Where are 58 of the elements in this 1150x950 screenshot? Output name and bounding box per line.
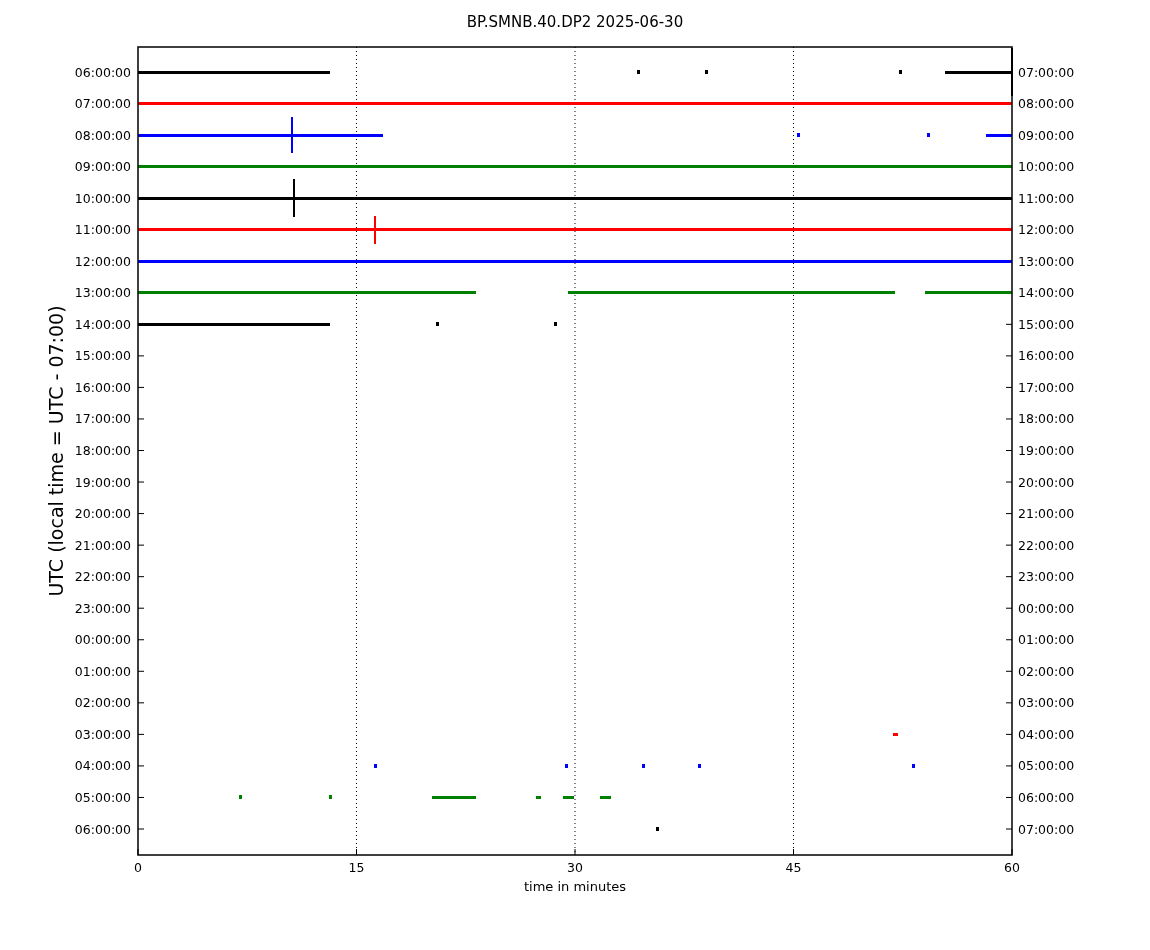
axis-tick-label: 45	[785, 860, 802, 875]
time-label: 12:00:00	[74, 253, 131, 269]
time-label: 10:00:00	[1018, 159, 1075, 175]
time-label: 08:00:00	[74, 127, 131, 143]
time-label: 19:00:00	[1018, 443, 1075, 458]
time-label: 00:00:00	[74, 632, 131, 648]
time-label: 11:00:00	[74, 222, 131, 238]
time-label: 06:00:00	[74, 821, 131, 837]
axis-tick-label: 15	[348, 860, 365, 875]
time-label: 01:00:00	[1018, 632, 1075, 648]
time-label: 04:00:00	[1018, 726, 1075, 742]
time-label: 13:00:00	[74, 285, 131, 301]
time-label: 18:00:00	[1018, 411, 1075, 427]
chart-title: BP.SMNB.40.DP2 2025-06-30	[466, 13, 684, 31]
time-label: 08:00:00	[1018, 96, 1075, 112]
time-label: 23:00:00	[1018, 569, 1075, 585]
time-label: 22:00:00	[1018, 537, 1075, 553]
time-label: 20:00:00	[1018, 474, 1075, 490]
time-label: 15:00:00	[1018, 316, 1075, 332]
time-label: 02:00:00	[74, 695, 131, 711]
axis-tick-label: 0	[134, 860, 142, 875]
time-label: 13:00:00	[1018, 253, 1075, 269]
time-label: 20:00:00	[74, 506, 131, 522]
time-label: 21:00:00	[74, 537, 131, 553]
time-label: 00:00:00	[1018, 600, 1075, 616]
time-label: 04:00:00	[74, 758, 131, 774]
time-label: 11:00:00	[1018, 190, 1075, 206]
time-label: 15:00:00	[74, 348, 131, 364]
x-axis-label: time in minutes	[523, 879, 627, 894]
time-label: 14:00:00	[1018, 285, 1075, 301]
time-label: 06:00:00	[1018, 789, 1075, 805]
time-label: 07:00:00	[1018, 64, 1075, 80]
time-label: 19:00:00	[74, 474, 131, 490]
time-label: 07:00:00	[1018, 821, 1075, 837]
time-label: 09:00:00	[74, 159, 131, 175]
time-label: 03:00:00	[1018, 695, 1075, 711]
time-label: 05:00:00	[74, 789, 131, 805]
time-label: 18:00:00	[74, 443, 131, 458]
time-label: 17:00:00	[74, 411, 131, 427]
time-label: 23:00:00	[74, 600, 131, 616]
time-label: 12:00:00	[1018, 222, 1075, 238]
time-label: 21:00:00	[1018, 506, 1075, 522]
time-label: 05:00:00	[1018, 758, 1075, 774]
time-label: 22:00:00	[74, 569, 131, 585]
time-label: 01:00:00	[74, 663, 131, 679]
time-label: 16:00:00	[1018, 348, 1075, 364]
time-label: 03:00:00	[74, 726, 131, 742]
time-label: 06:00:00	[74, 64, 131, 80]
time-label: 09:00:00	[1018, 127, 1075, 143]
time-label: 07:00:00	[74, 96, 131, 112]
time-label: 14:00:00	[74, 316, 131, 332]
axis-tick-label: 60	[1004, 860, 1020, 875]
time-label: 17:00:00	[1018, 379, 1075, 395]
time-label: 02:00:00	[1018, 663, 1075, 679]
y-axis-label: UTC (local time = UTC - 07:00)	[45, 305, 67, 597]
time-label: 16:00:00	[74, 379, 131, 395]
axis-tick-label: 30	[567, 860, 583, 875]
time-label: 10:00:00	[74, 190, 131, 206]
